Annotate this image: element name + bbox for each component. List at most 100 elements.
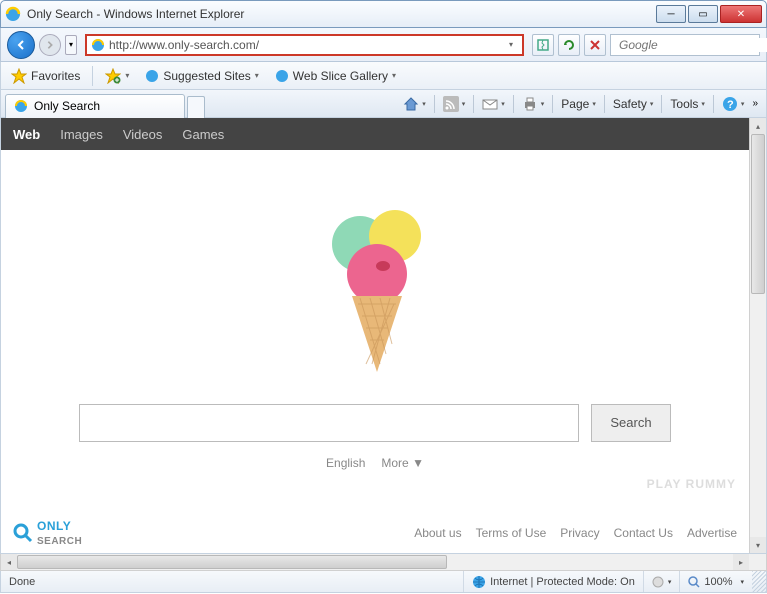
search-provider-input[interactable]: [619, 38, 767, 52]
stop-button[interactable]: [584, 34, 606, 56]
zoom-icon: [688, 576, 700, 588]
chevron-down-icon: ▾: [392, 71, 396, 80]
status-text: Done: [1, 571, 463, 592]
address-bar[interactable]: ▾: [85, 34, 524, 56]
ice-cream-logo: [310, 194, 440, 374]
scroll-right-arrow[interactable]: ▸: [733, 554, 749, 570]
ie-icon: [5, 6, 21, 22]
scroll-left-arrow[interactable]: ◂: [1, 554, 17, 570]
compat-view-button[interactable]: [532, 34, 554, 56]
footer-contact[interactable]: Contact Us: [614, 526, 673, 540]
new-tab-button[interactable]: [187, 96, 205, 118]
refresh-button[interactable]: [558, 34, 580, 56]
nav-games[interactable]: Games: [182, 127, 224, 142]
forward-button[interactable]: [39, 34, 61, 56]
search-provider-box[interactable]: g: [610, 34, 760, 56]
language-row: English More ▼: [326, 456, 424, 470]
close-button[interactable]: ✕: [720, 5, 762, 23]
zoom-control[interactable]: 100% ▾: [679, 571, 752, 592]
read-mail-button[interactable]: ▾: [478, 93, 509, 115]
horizontal-scrollbar[interactable]: ◂ ▸: [0, 554, 767, 571]
star-icon: [11, 68, 27, 84]
site-search-button[interactable]: Search: [591, 404, 671, 442]
footer-terms[interactable]: Terms of Use: [476, 526, 547, 540]
print-icon: [522, 96, 538, 112]
help-icon: ?: [722, 96, 738, 112]
refresh-icon: [562, 38, 576, 52]
nav-videos[interactable]: Videos: [123, 127, 163, 142]
vertical-scrollbar[interactable]: ▴ ▾: [749, 118, 766, 553]
home-button[interactable]: ▾: [399, 93, 430, 115]
footer-links: About us Terms of Use Privacy Contact Us…: [414, 526, 737, 540]
suggested-sites-link[interactable]: Suggested Sites ▾: [141, 67, 262, 85]
minimize-button[interactable]: ─: [656, 5, 686, 23]
site-search-input[interactable]: [79, 404, 579, 442]
suggested-sites-label: Suggested Sites: [163, 69, 250, 83]
star-add-icon: [105, 68, 121, 84]
hscroll-thumb[interactable]: [17, 555, 447, 569]
feeds-button[interactable]: ▾: [439, 93, 470, 115]
web-slice-label: Web Slice Gallery: [293, 69, 388, 83]
zone-label: Internet | Protected Mode: On: [490, 576, 635, 588]
ie-page-icon: [14, 99, 28, 113]
security-zone[interactable]: Internet | Protected Mode: On: [463, 571, 643, 592]
scroll-thumb[interactable]: [751, 134, 765, 294]
window-title: Only Search - Windows Internet Explorer: [27, 7, 654, 21]
expand-toolbar-button[interactable]: »: [752, 98, 758, 109]
chevron-down-icon: ▾: [125, 71, 129, 80]
site-icon: [145, 69, 159, 83]
arrow-left-icon: [15, 39, 27, 51]
webslice-icon: [275, 69, 289, 83]
chevron-down-icon: ▾: [255, 71, 259, 80]
scroll-up-arrow[interactable]: ▴: [750, 118, 766, 134]
svg-text:?: ?: [727, 99, 734, 111]
maximize-button[interactable]: ▭: [688, 5, 718, 23]
content-area: Web Images Videos Games Search English M…: [0, 118, 767, 554]
safety-menu[interactable]: Safety▾: [609, 93, 658, 115]
webpage: Web Images Videos Games Search English M…: [1, 118, 749, 553]
footer-about[interactable]: About us: [414, 526, 461, 540]
more-link[interactable]: More ▼: [381, 456, 424, 470]
page-menu[interactable]: Page▾: [557, 93, 600, 115]
favorites-label: Favorites: [31, 69, 80, 83]
help-button[interactable]: ?▾: [718, 93, 749, 115]
site-footer: ONLYSEARCH About us Terms of Use Privacy…: [1, 513, 749, 553]
protected-mode-toggle[interactable]: ▾: [643, 571, 680, 592]
tools-label: Tools: [670, 97, 698, 111]
safety-label: Safety: [613, 97, 647, 111]
scroll-down-arrow[interactable]: ▾: [750, 537, 766, 553]
pm-icon: [652, 576, 664, 588]
language-link[interactable]: English: [326, 456, 365, 470]
resize-grip[interactable]: [752, 571, 766, 592]
mail-icon: [482, 96, 498, 112]
globe-icon: [472, 575, 486, 589]
print-button[interactable]: ▾: [518, 93, 549, 115]
logo-only: ONLY: [37, 519, 71, 533]
arrow-right-icon: [45, 40, 55, 50]
address-dropdown[interactable]: ▾: [504, 40, 518, 49]
search-row: Search: [79, 404, 671, 442]
footer-privacy[interactable]: Privacy: [560, 526, 599, 540]
recent-pages-dropdown[interactable]: ▾: [65, 35, 77, 55]
ghost-ad-text: PLAY RUMMY: [647, 477, 736, 491]
broken-page-icon: [536, 38, 550, 52]
nav-images[interactable]: Images: [60, 127, 103, 142]
web-slice-gallery-link[interactable]: Web Slice Gallery ▾: [271, 67, 400, 85]
navigation-bar: ▾ ▾ g: [0, 28, 767, 62]
tools-menu[interactable]: Tools▾: [666, 93, 709, 115]
nav-web[interactable]: Web: [13, 127, 40, 142]
zoom-label: 100%: [704, 576, 732, 588]
add-to-favorites-button[interactable]: ▾: [101, 66, 133, 86]
hero-section: Search English More ▼: [1, 150, 749, 513]
favorites-button[interactable]: Favorites: [7, 66, 84, 86]
footer-advertise[interactable]: Advertise: [687, 526, 737, 540]
home-icon: [403, 96, 419, 112]
tab-title: Only Search: [34, 99, 100, 113]
rss-icon: [443, 96, 459, 112]
url-input[interactable]: [109, 38, 504, 52]
stop-icon: [589, 39, 601, 51]
page-label: Page: [561, 97, 589, 111]
browser-tab[interactable]: Only Search: [5, 94, 185, 118]
site-nav: Web Images Videos Games: [1, 118, 749, 150]
back-button[interactable]: [7, 31, 35, 59]
